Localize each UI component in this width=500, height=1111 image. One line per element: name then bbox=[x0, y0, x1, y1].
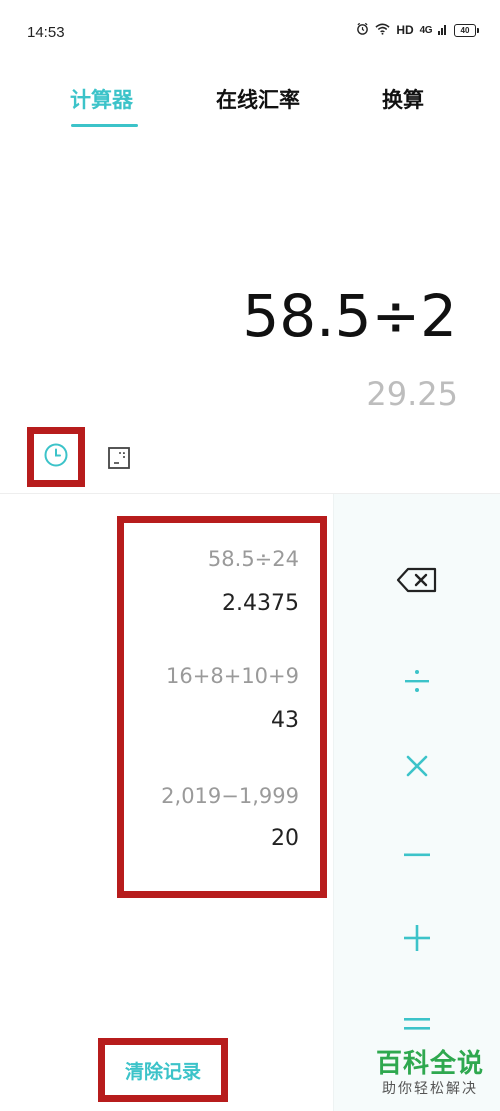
result-preview: 29.25 bbox=[366, 375, 458, 413]
status-icons: HD 4G 40 bbox=[356, 22, 479, 38]
history-button[interactable] bbox=[27, 427, 85, 487]
history-result-1[interactable]: 2.4375 bbox=[222, 591, 299, 616]
tab-exchange-rate[interactable]: 在线汇率 bbox=[216, 84, 300, 114]
history-expression-1[interactable]: 58.5÷24 bbox=[208, 547, 299, 571]
clear-history-button[interactable]: 清除记录 bbox=[125, 1057, 201, 1084]
equals-icon bbox=[403, 1016, 431, 1037]
multiply-icon bbox=[404, 753, 430, 784]
divide-button[interactable] bbox=[333, 653, 500, 713]
divide-icon bbox=[402, 666, 432, 701]
watermark: 百科全说 助你轻松解决 bbox=[368, 1048, 492, 1106]
status-time: 14:53 bbox=[27, 24, 65, 41]
backspace-button[interactable] bbox=[333, 552, 500, 612]
history-result-2[interactable]: 43 bbox=[271, 708, 299, 733]
history-expression-3[interactable]: 2,019−1,999 bbox=[161, 784, 299, 808]
current-expression: 58.5÷2 bbox=[242, 282, 457, 350]
history-expression-2[interactable]: 16+8+10+9 bbox=[166, 664, 299, 688]
network-label: HD bbox=[396, 23, 414, 37]
alarm-icon bbox=[356, 22, 369, 38]
wifi-icon bbox=[375, 23, 390, 38]
scientific-mode-button[interactable] bbox=[106, 446, 132, 475]
backspace-icon bbox=[396, 567, 438, 598]
signal-bars-icon bbox=[438, 23, 448, 38]
scientific-mode-icon bbox=[107, 446, 131, 475]
minus-button[interactable] bbox=[333, 824, 500, 884]
minus-icon bbox=[403, 845, 431, 863]
watermark-subtitle: 助你轻松解决 bbox=[382, 1080, 478, 1096]
plus-icon bbox=[403, 924, 431, 957]
active-tab-indicator bbox=[71, 124, 138, 127]
watermark-title: 百科全说 bbox=[375, 1048, 484, 1078]
battery-icon: 40 bbox=[454, 23, 479, 37]
multiply-button[interactable] bbox=[333, 738, 500, 798]
clock-icon bbox=[43, 442, 69, 473]
clear-history-highlight-frame: 清除记录 bbox=[98, 1038, 228, 1102]
history-result-3[interactable]: 20 bbox=[271, 826, 299, 851]
plus-button[interactable] bbox=[333, 910, 500, 970]
tab-calculator[interactable]: 计算器 bbox=[70, 84, 133, 114]
battery-level: 40 bbox=[460, 25, 470, 35]
signal-label: 4G bbox=[419, 24, 433, 36]
tab-conversion[interactable]: 换算 bbox=[382, 84, 424, 114]
equals-button[interactable] bbox=[333, 996, 500, 1056]
